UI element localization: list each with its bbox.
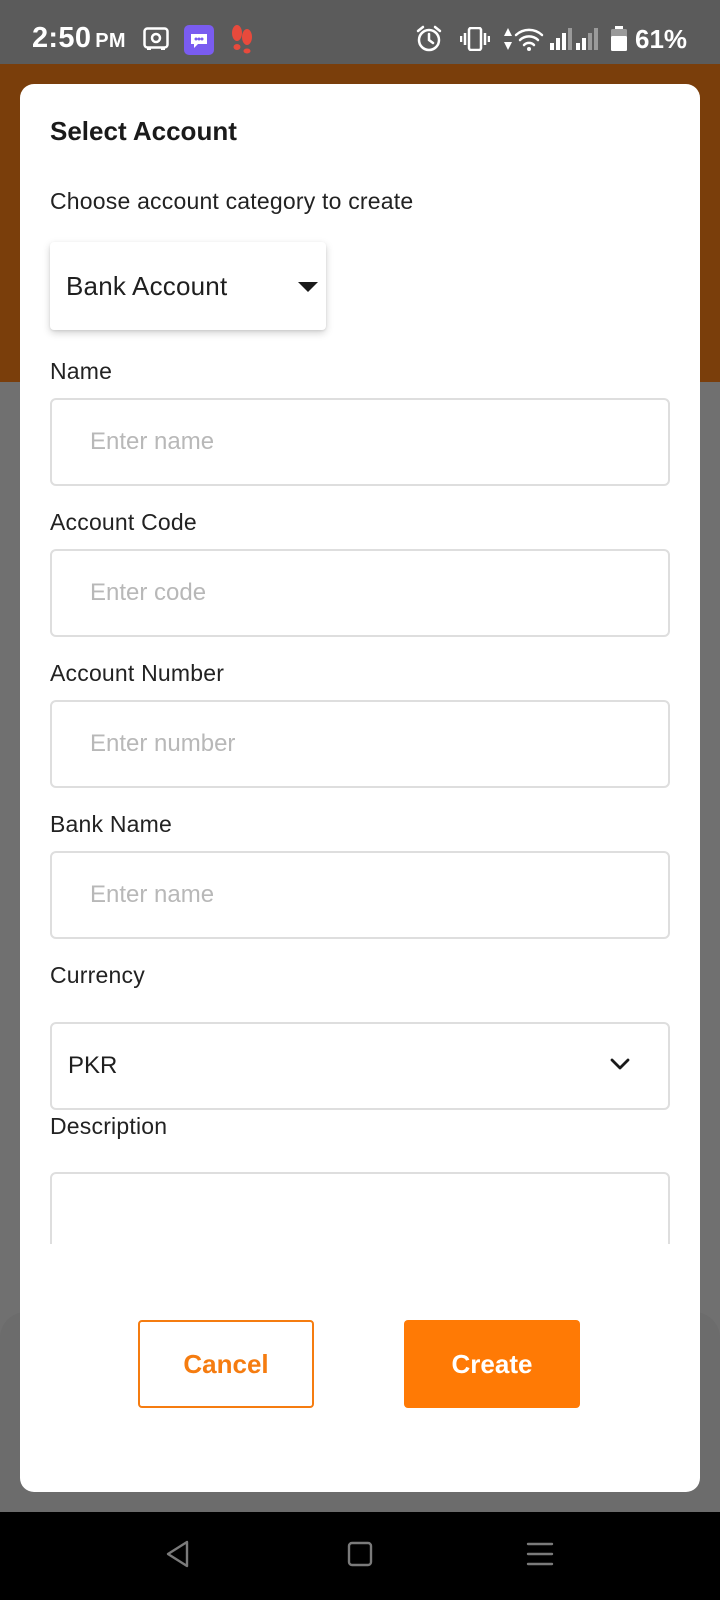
currency-label: Currency <box>50 962 145 988</box>
wifi-icon <box>514 27 544 56</box>
account-number-label: Account Number <box>50 660 225 686</box>
account-code-input[interactable] <box>50 549 670 637</box>
account-number-input[interactable] <box>50 700 670 788</box>
description-textarea[interactable] <box>50 1172 670 1244</box>
currency-select[interactable]: PKR <box>50 1022 670 1110</box>
clock-ampm: PM <box>95 30 126 52</box>
description-label: Description <box>50 1113 168 1139</box>
signal-icon <box>576 28 600 55</box>
cancel-button[interactable]: Cancel <box>138 1320 314 1408</box>
bank-name-input[interactable] <box>50 851 670 939</box>
account-code-label: Account Code <box>50 509 197 535</box>
create-button[interactable]: Create <box>404 1320 580 1408</box>
navigation-bar <box>0 1512 720 1600</box>
back-button[interactable] <box>118 1512 238 1600</box>
account-category-value: Bank Account <box>66 271 228 301</box>
dropdown-caret-icon <box>298 282 318 292</box>
currency-value: PKR <box>68 1052 118 1079</box>
bank-name-label: Bank Name <box>50 811 172 837</box>
status-bar: 2:50 PM 61% <box>0 0 720 64</box>
back-icon <box>165 1540 191 1573</box>
clock-time: 2:50 <box>32 22 92 54</box>
dialog-subtitle: Choose account category to create <box>50 188 414 214</box>
battery-icon <box>610 26 628 57</box>
battery-percentage: 61% <box>635 24 688 54</box>
name-input[interactable] <box>50 398 670 486</box>
data-arrows-icon <box>503 27 513 56</box>
recent-apps-button[interactable] <box>480 1512 600 1600</box>
footsteps-icon <box>230 24 254 59</box>
menu-icon <box>526 1541 554 1572</box>
home-icon <box>347 1541 373 1572</box>
chevron-down-icon <box>608 1052 632 1081</box>
storage-icon <box>143 27 169 56</box>
chat-app-icon <box>184 25 214 60</box>
dialog-title: Select Account <box>50 116 237 146</box>
name-label: Name <box>50 358 113 384</box>
home-button[interactable] <box>300 1512 420 1600</box>
signal-icon <box>550 28 574 55</box>
select-account-dialog: Select Account Choose account category t… <box>20 84 700 1492</box>
alarm-icon <box>415 25 443 58</box>
vibrate-icon <box>459 26 491 56</box>
description-scroll-area <box>50 1172 670 1244</box>
account-category-dropdown[interactable]: Bank Account <box>50 242 326 330</box>
status-time: 2:50 PM <box>32 22 126 55</box>
